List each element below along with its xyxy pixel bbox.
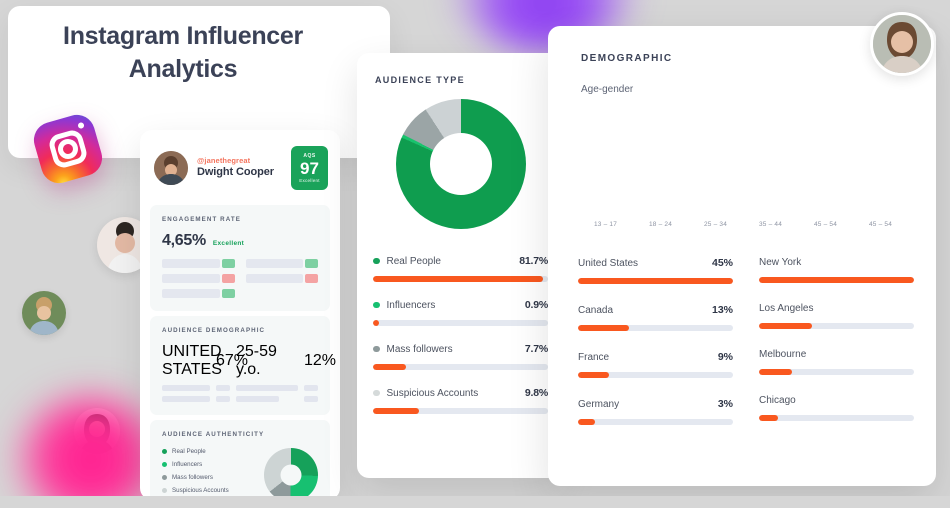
authenticity-item: Influencers — [162, 461, 264, 468]
mini-bar — [245, 274, 318, 283]
profile-avatar — [154, 151, 188, 185]
avatar-top-right — [870, 12, 934, 76]
chart-bars — [578, 109, 908, 214]
country-percent: 13% — [711, 304, 733, 316]
audience-type-percent: 0.9% — [524, 299, 548, 311]
x-tick: 25 – 34 — [703, 221, 728, 228]
audience-demographic-heading: AUDIENCE DEMOGRAPHIC — [162, 327, 266, 334]
age-gender-subheading: Age-gender — [581, 84, 634, 95]
page-title-line2: Analytics — [128, 55, 238, 83]
audience-type-percent: 7.7% — [524, 343, 548, 355]
country-list: United States 45% Canada 13% France 9% Germ… — [578, 257, 733, 445]
city-name: Melbourne — [759, 349, 807, 360]
audience-type-label: Real People — [386, 255, 441, 267]
aqs-rating: Excellent — [299, 178, 320, 184]
country-row: France 9% — [578, 351, 733, 378]
city-row: Chicago — [759, 395, 914, 421]
mini-bar — [162, 274, 235, 283]
authenticity-item: Mass followers — [162, 474, 264, 481]
mini-bar — [162, 259, 235, 268]
bottom-mask — [0, 496, 950, 508]
audience-type-donut-chart — [395, 99, 526, 229]
authenticity-label: Influencers — [172, 461, 203, 468]
audience-authenticity-heading: AUDIENCE AUTHENTICITY — [162, 431, 265, 438]
audience-type-row: Influencers 0.9% — [373, 299, 548, 326]
authenticity-label: Real People — [172, 448, 206, 455]
demographic-age-value: 12% — [304, 352, 337, 369]
page-title: Instagram Influencer Analytics — [8, 20, 358, 86]
aqs-badge: AQS 97 Excellent — [291, 146, 328, 190]
age-gender-bar-chart: 13 – 17 18 – 24 25 – 34 35 – 44 45 – 54 … — [578, 109, 908, 239]
x-tick: 35 – 44 — [758, 221, 783, 228]
engagement-rate-tag: Excellent — [212, 240, 245, 247]
engagement-rate-value: 4,65% — [162, 232, 206, 249]
authenticity-donut-chart — [264, 448, 318, 502]
country-percent: 9% — [717, 351, 733, 363]
audience-type-card: AUDIENCE TYPE Real People 81.7% Influenc… — [357, 53, 564, 478]
geography-lists: United States 45% Canada 13% France 9% Germ… — [578, 257, 936, 445]
x-tick: 45 – 54 — [868, 221, 893, 228]
city-row: New York — [759, 257, 914, 283]
page-title-line1: Instagram Influencer — [63, 22, 303, 50]
avatar-2 — [22, 291, 66, 335]
demographic-card: DEMOGRAPHIC Age-gender 13 – 17 18 – 24 2… — [548, 26, 936, 486]
chart-x-axis: 13 – 17 18 – 24 25 – 34 35 – 44 45 – 54 … — [578, 221, 908, 228]
country-row: Germany 3% — [578, 398, 733, 425]
authenticity-label: Suspicious Accounts — [172, 487, 229, 494]
audience-type-label: Mass followers — [386, 343, 453, 355]
avatar-3 — [74, 408, 120, 454]
country-percent: 3% — [717, 398, 733, 410]
demographic-age-label: 25-59 y.o. — [236, 343, 277, 378]
country-row: United States 45% — [578, 257, 733, 284]
city-name: Los Angeles — [759, 303, 814, 314]
country-percent: 45% — [711, 257, 733, 269]
x-tick: 45 – 54 — [813, 221, 838, 228]
audience-demographic-section: AUDIENCE DEMOGRAPHIC UNITED STATES 67% 2… — [150, 316, 337, 415]
profile-card: @janethegreat Dwight Cooper AQS 97 Excel… — [140, 130, 340, 508]
audience-authenticity-section: AUDIENCE AUTHENTICITY Real People Influe… — [150, 420, 330, 508]
city-row: Los Angeles — [759, 303, 914, 329]
audience-type-percent: 81.7% — [519, 255, 548, 267]
engagement-rate-section: ENGAGEMENT RATE 4,65% Excellent — [150, 205, 330, 311]
x-tick: 13 – 17 — [593, 221, 618, 228]
profile-header: @janethegreat Dwight Cooper AQS 97 Excel… — [140, 130, 340, 200]
profile-name: Dwight Cooper — [197, 166, 274, 179]
country-row: Canada 13% — [578, 304, 733, 331]
authenticity-item: Real People — [162, 448, 264, 455]
audience-type-row: Real People 81.7% — [373, 255, 548, 282]
mini-bar — [162, 289, 235, 298]
engagement-mini-bars — [162, 259, 318, 298]
engagement-rate-heading: ENGAGEMENT RATE — [162, 216, 241, 223]
aqs-score: 97 — [300, 158, 319, 178]
city-name: Chicago — [759, 395, 796, 406]
authenticity-label: Mass followers — [172, 474, 213, 481]
country-name: United States — [578, 258, 639, 269]
country-name: France — [578, 352, 610, 363]
country-name: Germany — [578, 399, 620, 410]
city-name: New York — [759, 257, 802, 268]
demographic-country-label: UNITED STATES — [162, 343, 222, 378]
country-name: Canada — [578, 305, 614, 316]
audience-type-label: Influencers — [386, 299, 436, 311]
poster-stage: Instagram Influencer Analytics @janetheg… — [0, 0, 950, 508]
x-tick: 18 – 24 — [648, 221, 673, 228]
audience-type-heading: AUDIENCE TYPE — [375, 75, 465, 85]
audience-type-label: Suspicious Accounts — [386, 387, 479, 399]
audience-type-legend: Real People 81.7% Influencers 0.9% Mass … — [373, 255, 548, 414]
authenticity-item: Suspicious Accounts — [162, 487, 264, 494]
audience-type-row: Mass followers 7.7% — [373, 343, 548, 370]
audience-type-percent: 9.8% — [524, 387, 548, 399]
audience-type-row: Suspicious Accounts 9.8% — [373, 387, 548, 414]
city-list: New York Los Angeles Melbourne Chicago — [759, 257, 914, 445]
profile-handle: @janethegreat — [197, 155, 251, 165]
aqs-label: AQS — [303, 152, 316, 159]
city-row: Melbourne — [759, 349, 914, 375]
mini-bar — [245, 259, 318, 268]
demographic-country-value: 67% — [216, 352, 249, 369]
